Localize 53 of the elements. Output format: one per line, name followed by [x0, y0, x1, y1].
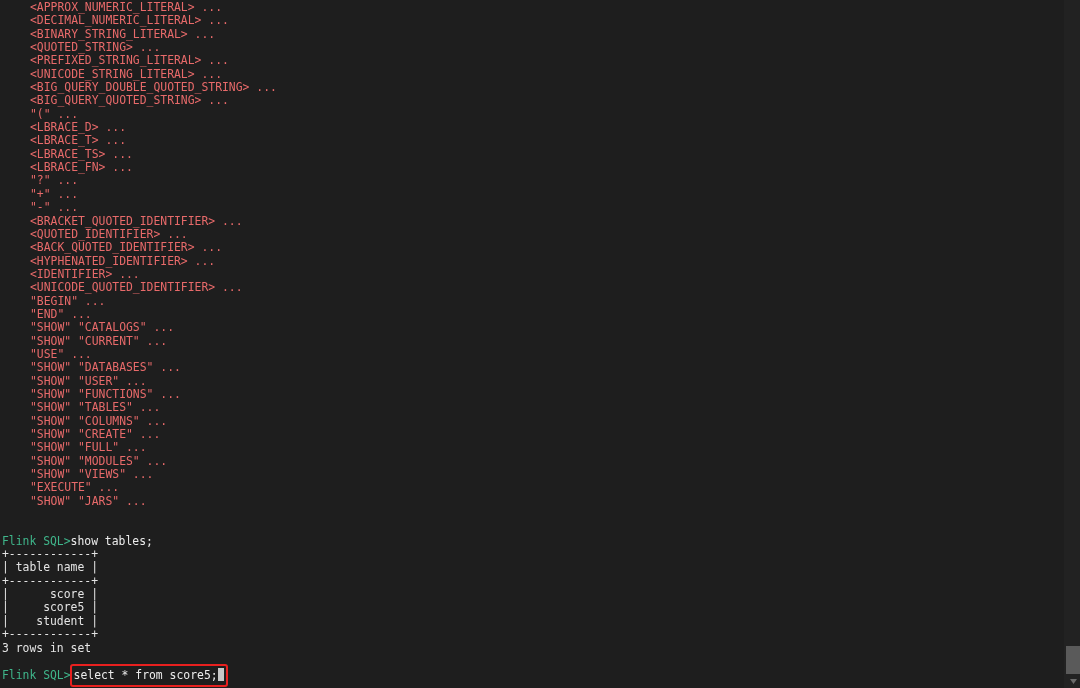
error-line: <BRACKET_QUOTED_IDENTIFIER> ...	[30, 214, 243, 228]
error-line: "EXECUTE" ...	[30, 481, 120, 495]
error-line: <BIG_QUERY_DOUBLE_QUOTED_STRING> ...	[30, 81, 277, 95]
error-line: "SHOW" "FUNCTIONS" ...	[30, 387, 181, 402]
error-line: <DECIMAL_NUMERIC_LITERAL> ...	[30, 14, 229, 28]
error-line: "SHOW" "CREATE" ...	[30, 428, 161, 442]
table-line: +------------+	[2, 628, 98, 642]
error-line: "?" ...	[30, 174, 78, 188]
command-input[interactable]: select * from score5;	[69, 664, 228, 687]
result-summary: 3 rows in set	[2, 641, 92, 655]
error-line: <QUOTED_IDENTIFIER> ...	[30, 227, 188, 242]
prompt: Flink SQL>	[2, 533, 71, 548]
error-line: <QUOTED_STRING> ...	[30, 41, 161, 55]
error-line: <PREFIXED_STRING_LITERAL> ...	[30, 54, 229, 68]
error-line: <BIG_QUERY_QUOTED_STRING> ...	[30, 94, 229, 108]
error-line: <APPROX_NUMERIC_LITERAL> ...	[30, 1, 223, 15]
scroll-down-icon[interactable]	[1070, 679, 1077, 684]
error-line: "SHOW" "FULL" ...	[30, 441, 147, 455]
error-line: <LBRACE_FN> ...	[30, 161, 133, 175]
error-line: <BINARY_STRING_LITERAL> ...	[30, 27, 216, 42]
error-line: <LBRACE_TS> ...	[30, 147, 133, 162]
table-line: | student |	[2, 614, 98, 629]
error-line: "SHOW" "JARS" ...	[30, 494, 147, 509]
error-line: <LBRACE_T> ...	[30, 134, 126, 148]
error-line: "SHOW" "MODULES" ...	[30, 454, 168, 469]
error-line: "SHOW" "VIEWS" ...	[30, 468, 154, 482]
table-line: | score5 |	[2, 601, 98, 615]
error-line: "SHOW" "COLUMNS" ...	[30, 414, 168, 428]
error-line: "SHOW" "CURRENT" ...	[30, 334, 168, 348]
error-line: "(" ...	[30, 107, 78, 122]
command-text: show tables;	[70, 533, 153, 548]
error-line: <UNICODE_QUOTED_IDENTIFIER> ...	[30, 281, 243, 295]
error-line: "USE" ...	[30, 347, 92, 362]
error-line: "+" ...	[30, 187, 78, 202]
error-line: "END" ...	[30, 307, 92, 322]
error-line: "SHOW" "CATALOGS" ...	[30, 321, 174, 335]
table-line: +------------+	[2, 574, 98, 588]
error-line: "-" ...	[30, 201, 78, 215]
table-line: +------------+	[2, 548, 98, 562]
prompt: Flink SQL>	[2, 668, 71, 683]
error-line: "SHOW" "DATABASES" ...	[30, 361, 181, 375]
scrollbar-thumb[interactable]	[1066, 646, 1080, 674]
error-line: "SHOW" "TABLES" ...	[30, 401, 161, 415]
error-line: <BACK_QUOTED_IDENTIFIER> ...	[30, 241, 223, 255]
error-line: <HYPHENATED_IDENTIFIER> ...	[30, 254, 216, 268]
error-line: <LBRACE_D> ...	[30, 121, 126, 135]
error-line: <IDENTIFIER> ...	[30, 267, 140, 282]
table-line: | table name |	[2, 561, 98, 575]
text-cursor	[217, 668, 224, 682]
table-line: | score |	[2, 588, 98, 602]
error-line: "BEGIN" ...	[30, 294, 106, 308]
error-line: <UNICODE_STRING_LITERAL> ...	[30, 67, 223, 82]
error-line: "SHOW" "USER" ...	[30, 374, 147, 388]
